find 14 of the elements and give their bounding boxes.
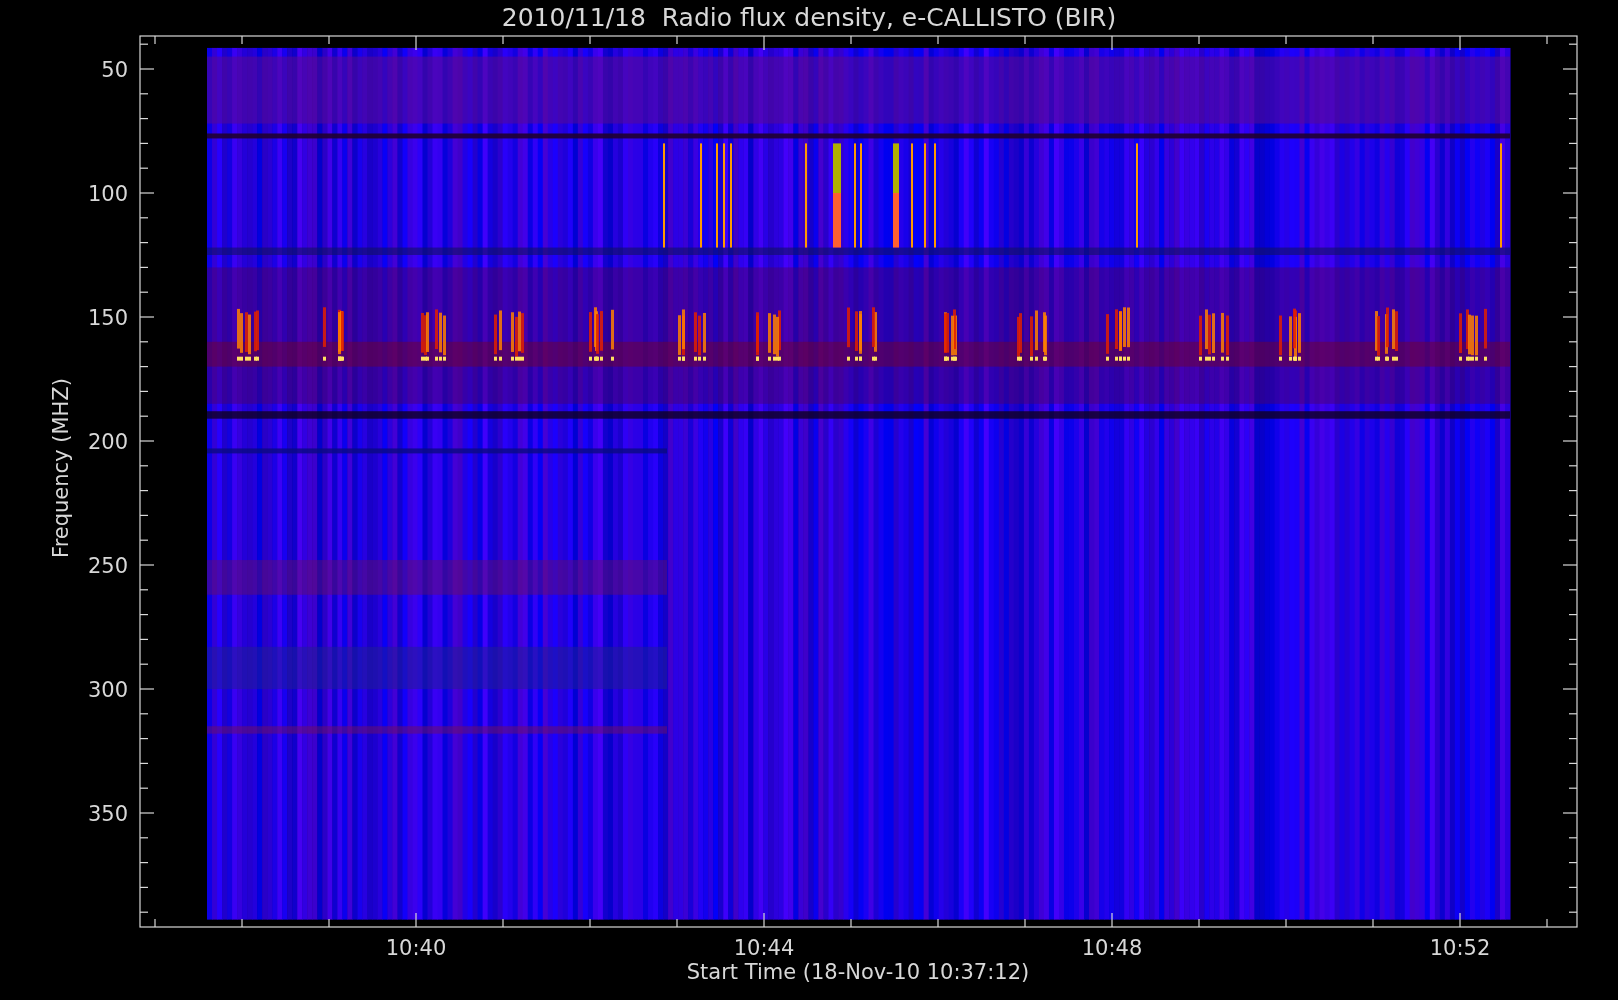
- chart-title: 2010/11/18 Radio flux density, e-CALLISTO (BIR): [501, 2, 1117, 32]
- y-tick-label: 300: [87, 678, 128, 702]
- y-tick-label: 150: [87, 306, 128, 330]
- x-axis-label: Start Time (18-Nov-10 10:37:12): [686, 960, 1030, 984]
- x-tick-label: 10:48: [1081, 936, 1143, 960]
- y-tick-label: 250: [87, 554, 128, 578]
- x-tick-label: 10:52: [1429, 936, 1491, 960]
- x-tick-label: 10:40: [385, 936, 447, 960]
- y-tick-label: 350: [87, 802, 128, 826]
- x-tick-label: 10:44: [733, 936, 795, 960]
- y-axis-label: Frequency (MHZ): [49, 378, 73, 558]
- y-tick-label: 50: [101, 58, 128, 82]
- y-tick-label: 100: [87, 182, 128, 206]
- y-tick-label: 200: [87, 430, 128, 454]
